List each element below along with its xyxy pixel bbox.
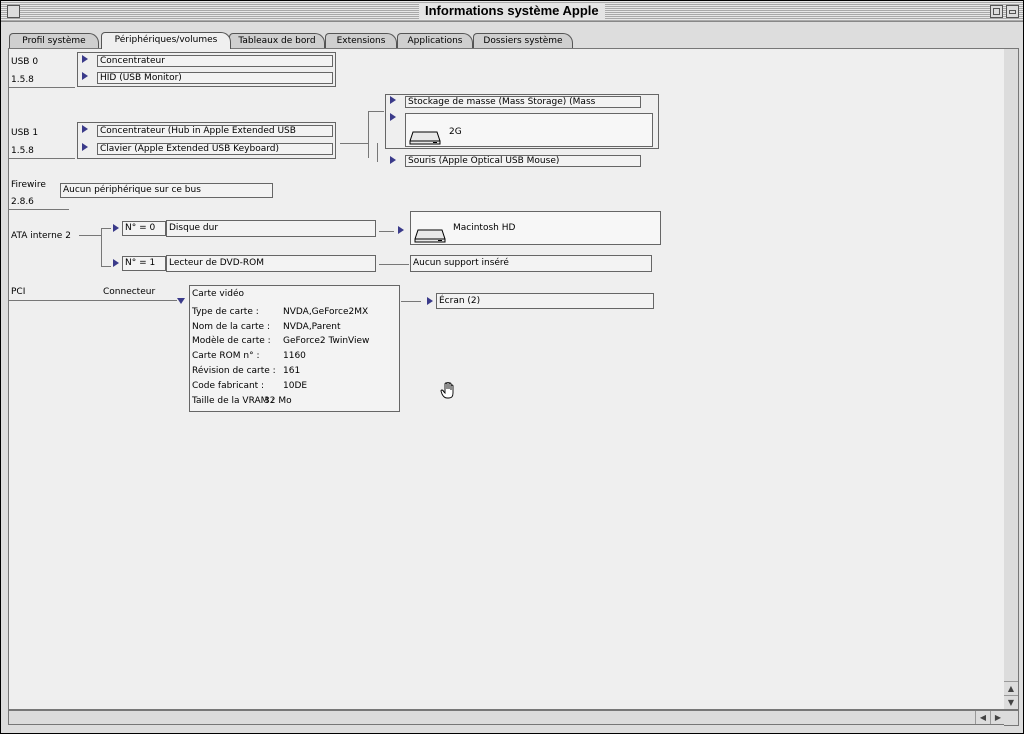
resize-grow-box[interactable]	[1004, 710, 1019, 726]
collapse-box[interactable]	[1006, 5, 1019, 18]
scroll-up-arrow-icon[interactable]: ▲	[1004, 681, 1018, 695]
card-revision-value: 161	[283, 366, 301, 376]
usb-volume-name: 2G	[449, 127, 462, 137]
hard-drive-icon	[414, 229, 446, 243]
card-name-label: Nom de la carte :	[192, 322, 270, 332]
usb1-device-keyboard[interactable]: Clavier (Apple Extended USB Keyboard)	[97, 143, 333, 155]
tab-bar: Profil système Périphériques/volumes Tab…	[1, 22, 1023, 49]
horizontal-scrollbar[interactable]: ◀ ▶	[8, 710, 1006, 725]
usb-mass-storage-device[interactable]: Stockage de masse (Mass Storage) (Mass	[405, 96, 641, 108]
video-card-panel: Carte vidéo Type de carte : NVDA,GeForce…	[189, 285, 400, 412]
card-model-value: GeForce2 TwinView	[283, 336, 370, 346]
dvd-media-status: Aucun support inséré	[410, 255, 652, 272]
macintosh-hd-volume[interactable]	[410, 211, 661, 245]
display-device[interactable]: Écran (2)	[436, 293, 654, 309]
scroll-left-arrow-icon[interactable]: ◀	[975, 711, 990, 724]
disclosure-triangle-icon[interactable]	[113, 259, 119, 267]
usb0-version: 1.5.8	[11, 75, 34, 85]
ata-device-1-type[interactable]: Lecteur de DVD-ROM	[166, 255, 376, 272]
usb-volume-box[interactable]	[405, 113, 653, 147]
card-rom-label: Carte ROM n° :	[192, 351, 260, 361]
card-type-value: NVDA,GeForce2MX	[283, 307, 369, 317]
disclosure-triangle-icon[interactable]	[427, 297, 433, 305]
system-info-window: Informations système Apple Profil systèm…	[0, 0, 1024, 734]
scroll-right-arrow-icon[interactable]: ▶	[990, 711, 1005, 724]
pci-bus-label: PCI	[11, 287, 26, 297]
scroll-down-arrow-icon[interactable]: ▼	[1004, 695, 1018, 709]
usb-mouse-device[interactable]: Souris (Apple Optical USB Mouse)	[405, 155, 641, 167]
hard-drive-icon	[409, 131, 441, 145]
card-revision-label: Révision de carte :	[192, 366, 276, 376]
hand-cursor-icon	[440, 382, 454, 399]
vertical-scrollbar[interactable]: ▲ ▼	[1004, 48, 1019, 710]
disclosure-triangle-icon[interactable]	[390, 156, 396, 164]
usb0-bus-label: USB 0	[11, 57, 39, 67]
card-vendor-label: Code fabricant :	[192, 381, 265, 391]
ata-bus-label: ATA interne 2	[11, 231, 71, 241]
tab-profil-systeme[interactable]: Profil système	[9, 33, 99, 48]
card-vendor-value: 10DE	[283, 381, 308, 391]
usb1-bus-label: USB 1	[11, 128, 39, 138]
tab-peripheriques-volumes[interactable]: Périphériques/volumes	[101, 32, 231, 49]
disclosure-triangle-icon[interactable]	[177, 298, 185, 304]
disclosure-triangle-icon[interactable]	[82, 72, 88, 80]
window-title: Informations système Apple	[419, 3, 605, 19]
card-rom-value: 1160	[283, 351, 306, 361]
video-card-title: Carte vidéo	[192, 289, 245, 299]
card-vram-value: 32 Mo	[264, 396, 292, 406]
card-type-label: Type de carte :	[192, 307, 259, 317]
disclosure-triangle-icon[interactable]	[398, 226, 404, 234]
pci-slot-label: Connecteur	[103, 287, 156, 297]
ata-device-0-type[interactable]: Disque dur	[166, 220, 376, 237]
disclosure-triangle-icon[interactable]	[390, 113, 396, 121]
device-tree-pane: USB 0 1.5.8 Concentrateur HID (USB Monit…	[8, 48, 1006, 710]
card-model-label: Modèle de carte :	[192, 336, 271, 346]
title-bar[interactable]: Informations système Apple	[1, 1, 1023, 22]
card-name-value: NVDA,Parent	[283, 322, 341, 332]
zoom-box[interactable]	[990, 5, 1003, 18]
card-vram-label: Taille de la VRAM :	[192, 396, 275, 406]
ata-device-1-id: N° = 1	[122, 256, 166, 271]
usb0-device-hub[interactable]: Concentrateur	[97, 55, 333, 67]
tab-applications[interactable]: Applications	[397, 33, 473, 48]
usb1-device-hub[interactable]: Concentrateur (Hub in Apple Extended USB	[97, 125, 333, 137]
disclosure-triangle-icon[interactable]	[82, 125, 88, 133]
disclosure-triangle-icon[interactable]	[390, 96, 396, 104]
usb1-version: 1.5.8	[11, 146, 34, 156]
disclosure-triangle-icon[interactable]	[82, 55, 88, 63]
disclosure-triangle-icon[interactable]	[113, 224, 119, 232]
firewire-bus-label: Firewire	[11, 180, 46, 190]
ata-device-0-id: N° = 0	[122, 221, 166, 236]
firewire-status: Aucun périphérique sur ce bus	[60, 183, 273, 198]
tab-tableaux-de-bord[interactable]: Tableaux de bord	[229, 33, 325, 48]
firewire-version: 2.8.6	[11, 197, 34, 207]
tab-extensions[interactable]: Extensions	[325, 33, 397, 48]
macintosh-hd-name: Macintosh HD	[453, 223, 516, 233]
tab-dossiers-systeme[interactable]: Dossiers système	[473, 33, 573, 48]
usb0-device-hid[interactable]: HID (USB Monitor)	[97, 72, 333, 84]
close-box[interactable]	[7, 5, 20, 18]
disclosure-triangle-icon[interactable]	[82, 143, 88, 151]
